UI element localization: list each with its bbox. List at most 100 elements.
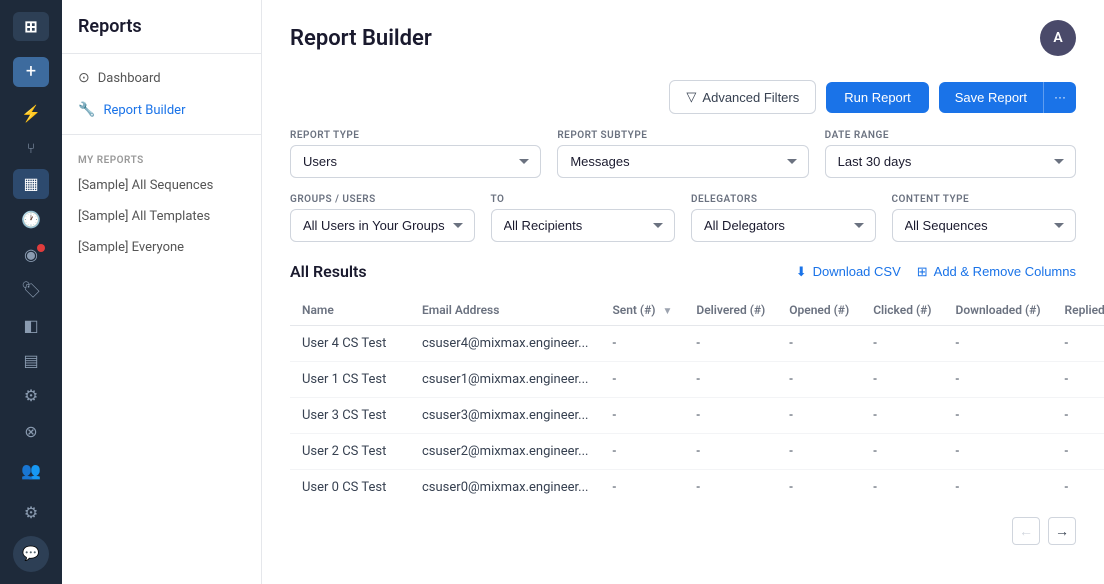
col-header-email: Email Address bbox=[410, 295, 600, 326]
sidebar-tag-icon[interactable]: 🏷 bbox=[13, 275, 49, 304]
date-range-label: DATE RANGE bbox=[825, 130, 1076, 141]
pagination: ← → bbox=[290, 505, 1076, 545]
nav-item-all-templates[interactable]: [Sample] All Templates bbox=[62, 201, 261, 232]
report-type-group: REPORT TYPE Users Sequences Templates bbox=[290, 130, 541, 178]
save-report-more-button[interactable]: ··· bbox=[1043, 82, 1076, 113]
table-row: User 4 CS Testcsuser4@mixmax.engineer...… bbox=[290, 326, 1104, 362]
cell-clicked: - bbox=[861, 362, 943, 398]
col-header-downloaded: Downloaded (#) bbox=[944, 295, 1053, 326]
filter-bar: ▽ Advanced Filters Run Report Save Repor… bbox=[290, 80, 1076, 114]
save-report-button[interactable]: Save Report bbox=[939, 82, 1043, 113]
groups-users-select[interactable]: All Users in Your Groups Specific User S… bbox=[290, 209, 475, 242]
sidebar-notification-icon[interactable]: ◉ bbox=[13, 240, 49, 269]
cell-clicked: - bbox=[861, 470, 943, 506]
sidebar-template-icon[interactable]: ◧ bbox=[13, 311, 49, 340]
sidebar-clock-icon[interactable]: 🕐 bbox=[13, 205, 49, 234]
cell-replied: - bbox=[1053, 398, 1104, 434]
app-logo: ⊞ bbox=[13, 12, 49, 41]
table-body: User 4 CS Testcsuser4@mixmax.engineer...… bbox=[290, 326, 1104, 506]
col-header-clicked: Clicked (#) bbox=[861, 295, 943, 326]
cell-downloaded: - bbox=[944, 326, 1053, 362]
report-type-select[interactable]: Users Sequences Templates bbox=[290, 145, 541, 178]
cell-clicked: - bbox=[861, 326, 943, 362]
cell-opened: - bbox=[777, 434, 861, 470]
col-header-name: Name bbox=[290, 295, 410, 326]
col-header-delivered: Delivered (#) bbox=[684, 295, 777, 326]
results-table: Name Email Address Sent (#) ▼ Delivered … bbox=[290, 295, 1104, 505]
cell-clicked: - bbox=[861, 434, 943, 470]
cell-opened: - bbox=[777, 470, 861, 506]
nav-item-everyone[interactable]: [Sample] Everyone bbox=[62, 232, 261, 263]
to-group: TO All Recipients Specific Recipient bbox=[491, 194, 676, 242]
add-remove-columns-button[interactable]: ⊞ Add & Remove Columns bbox=[917, 264, 1076, 280]
report-subtype-select[interactable]: Messages Tasks Calls bbox=[557, 145, 808, 178]
sidebar-users-group-icon[interactable]: 👥 bbox=[13, 452, 49, 488]
nav-item-all-sequences[interactable]: [Sample] All Sequences bbox=[62, 170, 261, 201]
user-avatar[interactable]: A bbox=[1040, 20, 1076, 56]
logo-icon: ⊞ bbox=[24, 17, 37, 36]
cell-opened: - bbox=[777, 362, 861, 398]
cell-email: csuser0@mixmax.engineer... bbox=[410, 470, 600, 506]
header-right: A bbox=[1040, 20, 1076, 56]
dashboard-label: Dashboard bbox=[98, 71, 161, 86]
cell-sent: - bbox=[600, 434, 684, 470]
col-header-sent[interactable]: Sent (#) ▼ bbox=[600, 295, 684, 326]
nav-item-report-builder[interactable]: 🔧 Report Builder bbox=[62, 94, 261, 126]
columns-icon: ⊞ bbox=[917, 264, 928, 280]
add-new-button[interactable]: + bbox=[13, 57, 49, 86]
nav-item-dashboard[interactable]: ⊙ Dashboard bbox=[62, 62, 261, 94]
cell-delivered: - bbox=[684, 362, 777, 398]
report-config-row1: REPORT TYPE Users Sequences Templates RE… bbox=[290, 130, 1076, 178]
groups-users-group: GROUPS / USERS All Users in Your Groups … bbox=[290, 194, 475, 242]
cell-downloaded: - bbox=[944, 362, 1053, 398]
wrench-icon: 🔧 bbox=[78, 102, 95, 118]
cell-sent: - bbox=[600, 362, 684, 398]
cell-clicked: - bbox=[861, 398, 943, 434]
cell-email: csuser1@mixmax.engineer... bbox=[410, 362, 600, 398]
sort-icon-sent: ▼ bbox=[662, 306, 672, 317]
results-header: All Results ⬇ Download CSV ⊞ Add & Remov… bbox=[290, 262, 1076, 281]
sidebar-link-icon[interactable]: ⊗ bbox=[13, 417, 49, 446]
table-header: Name Email Address Sent (#) ▼ Delivered … bbox=[290, 295, 1104, 326]
run-report-button[interactable]: Run Report bbox=[826, 82, 928, 113]
delegators-select[interactable]: All Delegators Specific Delegator bbox=[691, 209, 876, 242]
to-label: TO bbox=[491, 194, 676, 205]
content-type-select[interactable]: All Sequences Specific Sequence bbox=[892, 209, 1077, 242]
cell-downloaded: - bbox=[944, 434, 1053, 470]
cell-email: csuser2@mixmax.engineer... bbox=[410, 434, 600, 470]
save-report-group: Save Report ··· bbox=[939, 82, 1076, 113]
prev-page-button[interactable]: ← bbox=[1012, 517, 1040, 545]
sidebar-reports-icon[interactable]: ▦ bbox=[13, 169, 49, 198]
table-row: User 3 CS Testcsuser3@mixmax.engineer...… bbox=[290, 398, 1104, 434]
sidebar-chat-button[interactable]: 💬 bbox=[13, 536, 49, 572]
to-select[interactable]: All Recipients Specific Recipient bbox=[491, 209, 676, 242]
sidebar-sequences-icon[interactable]: ⑂ bbox=[13, 134, 49, 163]
sidebar-calendar-icon[interactable]: ▤ bbox=[13, 346, 49, 375]
cell-replied: - bbox=[1053, 470, 1104, 506]
report-type-label: REPORT TYPE bbox=[290, 130, 541, 141]
cell-name: User 2 CS Test bbox=[290, 434, 410, 470]
cell-name: User 0 CS Test bbox=[290, 470, 410, 506]
notification-badge bbox=[37, 244, 45, 252]
results-title: All Results bbox=[290, 262, 367, 281]
delegators-group: DELEGATORS All Delegators Specific Deleg… bbox=[691, 194, 876, 242]
cell-email: csuser4@mixmax.engineer... bbox=[410, 326, 600, 362]
delegators-label: DELEGATORS bbox=[691, 194, 876, 205]
nav-panel-title: Reports bbox=[62, 16, 261, 54]
report-subtype-label: REPORT SUBTYPE bbox=[557, 130, 808, 141]
sidebar-settings-icon[interactable]: ⚙ bbox=[13, 494, 49, 530]
nav-panel: Reports ⊙ Dashboard 🔧 Report Builder MY … bbox=[62, 0, 262, 584]
all-templates-label: [Sample] All Templates bbox=[78, 209, 210, 224]
next-page-button[interactable]: → bbox=[1048, 517, 1076, 545]
download-csv-button[interactable]: ⬇ Download CSV bbox=[796, 264, 901, 280]
cell-delivered: - bbox=[684, 470, 777, 506]
advanced-filters-button[interactable]: ▽ Advanced Filters bbox=[669, 80, 816, 114]
cell-opened: - bbox=[777, 398, 861, 434]
date-range-select[interactable]: Last 7 days Last 30 days Last 90 days Cu… bbox=[825, 145, 1076, 178]
sidebar-gear-icon[interactable]: ⚙ bbox=[13, 381, 49, 410]
sidebar-lightning-icon[interactable]: ⚡ bbox=[13, 99, 49, 128]
cell-name: User 3 CS Test bbox=[290, 398, 410, 434]
cell-name: User 1 CS Test bbox=[290, 362, 410, 398]
report-config-row2: GROUPS / USERS All Users in Your Groups … bbox=[290, 194, 1076, 242]
cell-name: User 4 CS Test bbox=[290, 326, 410, 362]
